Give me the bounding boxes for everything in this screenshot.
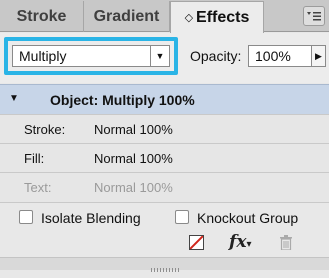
tab-gradient[interactable]: Gradient	[84, 1, 170, 32]
clear-effects-icon[interactable]	[189, 235, 204, 250]
text-level-row[interactable]: Text: Normal 100%	[0, 172, 329, 202]
blend-mode-dropdown[interactable]: Multiply ▼	[12, 45, 170, 67]
object-level-row[interactable]: ▼ Object: Multiply 100%	[0, 84, 329, 114]
tab-gradient-label: Gradient	[93, 7, 160, 25]
stroke-level-key: Stroke:	[24, 122, 66, 137]
resize-grip-icon[interactable]	[150, 260, 180, 272]
blend-mode-value: Multiply	[19, 48, 67, 64]
isolate-blending-label[interactable]: Isolate Blending	[41, 210, 141, 226]
blend-controls: Multiply ▼ Opacity: 100% ▶	[0, 33, 329, 83]
tab-effects-label: Effects	[196, 8, 250, 26]
opacity-input[interactable]: 100%	[248, 45, 312, 67]
tab-stroke-label: Stroke	[16, 7, 67, 25]
opacity-value: 100%	[255, 48, 291, 64]
disclosure-triangle-icon[interactable]: ▼	[9, 93, 19, 104]
fill-level-value: Normal 100%	[94, 151, 173, 166]
tab-effects[interactable]: ◇ Effects	[170, 1, 264, 33]
knockout-group-checkbox[interactable]	[175, 210, 189, 224]
trash-can-icon	[280, 235, 292, 251]
clear-effects-slash-icon	[190, 236, 203, 249]
fill-level-key: Fill:	[24, 151, 45, 166]
trash-icon[interactable]	[280, 235, 292, 255]
panel-menu-button[interactable]	[303, 6, 325, 26]
stroke-level-value: Normal 100%	[94, 122, 173, 137]
isolate-blending-checkbox[interactable]	[19, 210, 33, 224]
play-arrow-icon: ▶	[315, 50, 322, 61]
panel-tab-bar: Stroke Gradient ◇ Effects	[0, 0, 329, 33]
text-level-value: Normal 100%	[94, 180, 173, 195]
options-row: Isolate Blending Knockout Group	[0, 202, 329, 230]
dropdown-arrow-icon: ▼	[150, 46, 169, 66]
opacity-label: Opacity:	[190, 48, 242, 64]
text-level-key: Text:	[24, 180, 52, 195]
panel-menu-icon	[307, 12, 321, 21]
object-level-label: Object: Multiply 100%	[50, 91, 195, 108]
fx-dropdown-icon: ▾	[246, 239, 252, 250]
fill-level-row[interactable]: Fill: Normal 100%	[0, 143, 329, 173]
fx-icon[interactable]: fx▾	[229, 232, 251, 252]
stroke-level-row[interactable]: Stroke: Normal 100%	[0, 114, 329, 144]
opacity-slider-button[interactable]: ▶	[312, 45, 326, 67]
tab-stroke[interactable]: Stroke	[0, 1, 84, 32]
knockout-group-label[interactable]: Knockout Group	[197, 210, 298, 226]
fx-glyph: fx	[229, 232, 247, 252]
tab-collapse-arrows-icon: ◇	[184, 12, 194, 24]
